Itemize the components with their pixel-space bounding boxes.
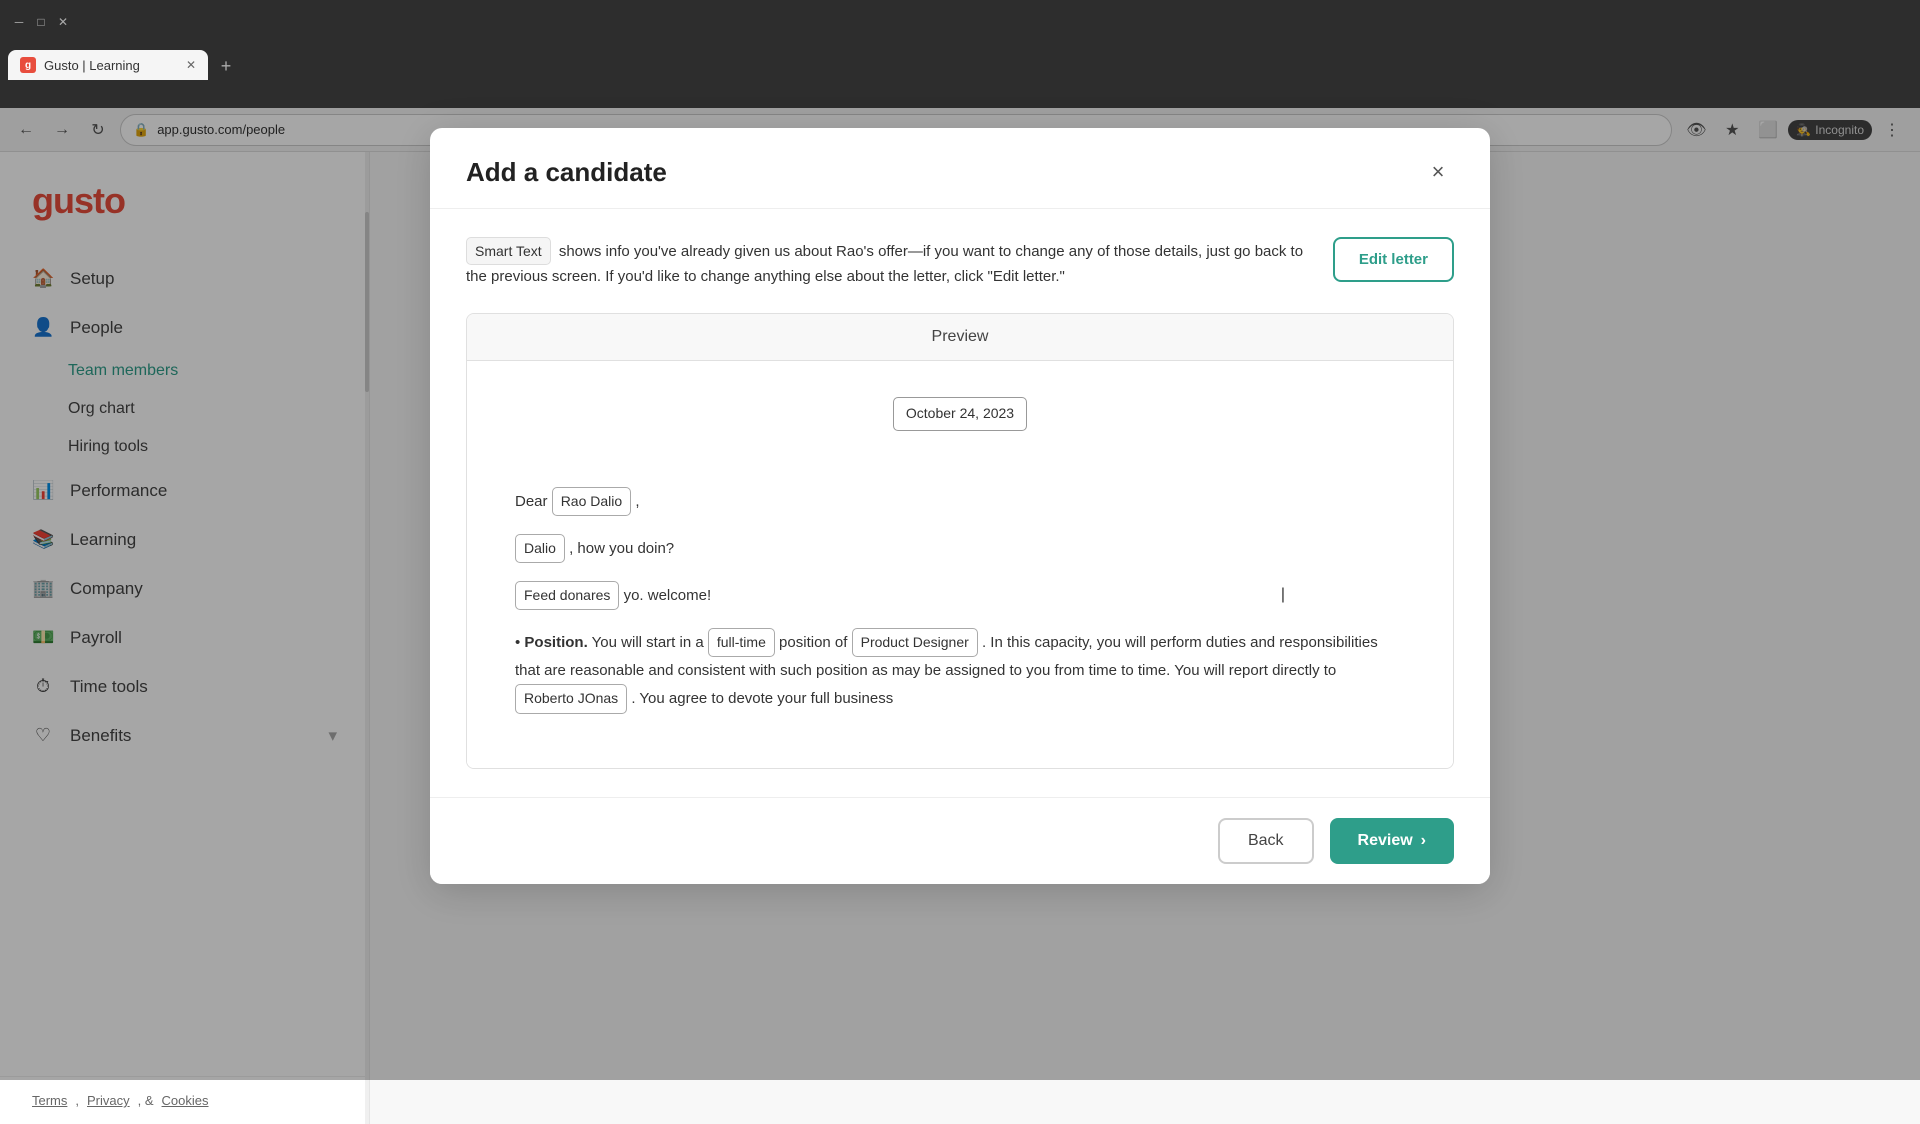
smart-text-tag: Smart Text: [466, 237, 551, 265]
browser-chrome: ─ □ ✕ g Gusto | Learning ✕ +: [0, 0, 1920, 108]
tab-title: Gusto | Learning: [44, 58, 140, 73]
position-text1-value: You will start in a: [592, 634, 704, 651]
modal-title: Add a candidate: [466, 157, 667, 188]
modal-footer: Back Review ›: [430, 797, 1490, 884]
maximize-button[interactable]: □: [34, 15, 48, 29]
preview-container: Preview October 24, 2023 Dear Rao Dalio …: [466, 313, 1454, 768]
modal-header: Add a candidate ×: [430, 128, 1490, 209]
name-line: Dalio , how you doin?: [515, 534, 1405, 563]
close-window-button[interactable]: ✕: [56, 15, 70, 29]
dear-line: Dear Rao Dalio ,: [515, 487, 1405, 516]
cookies-link[interactable]: Cookies: [162, 1093, 209, 1108]
info-text: Smart Text shows info you've already giv…: [466, 237, 1313, 289]
info-description: shows info you've already given us about…: [466, 243, 1303, 285]
feed-line-rest: yo. welcome!: [624, 587, 712, 604]
tab-close-button[interactable]: ✕: [186, 58, 196, 72]
terms-link[interactable]: Terms: [32, 1093, 67, 1108]
position-text2: position of: [779, 634, 847, 651]
preview-body: October 24, 2023 Dear Rao Dalio , Dalio …: [467, 361, 1453, 767]
edit-letter-button[interactable]: Edit letter: [1333, 237, 1454, 282]
bullet: •: [515, 634, 524, 651]
feed-line: Feed donares yo. welcome! |: [515, 581, 1405, 610]
name-tag: Dalio: [515, 534, 565, 563]
add-candidate-modal: Add a candidate × Smart Text shows info …: [430, 128, 1490, 884]
modal-close-button[interactable]: ×: [1422, 156, 1454, 188]
review-label: Review: [1358, 832, 1413, 850]
product-designer-tag: Product Designer: [852, 628, 978, 657]
privacy-link[interactable]: Privacy: [87, 1093, 130, 1108]
recipient-tag: Rao Dalio: [552, 487, 631, 516]
tab-bar: g Gusto | Learning ✕ +: [0, 44, 1920, 80]
roberto-tag: Roberto JOnas: [515, 684, 627, 713]
tab-favicon: g: [20, 57, 36, 73]
browser-tab-active[interactable]: g Gusto | Learning ✕: [8, 50, 208, 80]
smart-text-info: Smart Text shows info you've already giv…: [466, 237, 1454, 289]
back-button[interactable]: Back: [1218, 818, 1314, 864]
titlebar: ─ □ ✕: [0, 0, 1920, 44]
modal-body: Smart Text shows info you've already giv…: [430, 209, 1490, 797]
comma: ,: [635, 493, 639, 510]
window-controls: ─ □ ✕: [12, 15, 70, 29]
name-line-rest: , how you doin?: [569, 540, 674, 557]
feed-tag: Feed donares: [515, 581, 619, 610]
review-button[interactable]: Review ›: [1330, 818, 1454, 864]
date-tag: October 24, 2023: [893, 397, 1027, 430]
full-time-tag: full-time: [708, 628, 775, 657]
minimize-button[interactable]: ─: [12, 15, 26, 29]
position-line: • Position. You will start in a full-tim…: [515, 628, 1405, 713]
dear-label: Dear: [515, 493, 548, 510]
position-label: Position.: [524, 634, 587, 651]
sidebar-footer: Terms, Privacy, & Cookies: [0, 1076, 369, 1124]
preview-header: Preview: [467, 314, 1453, 361]
new-tab-button[interactable]: +: [212, 52, 240, 80]
arrow-right-icon: ›: [1421, 832, 1426, 850]
position-text4: . You agree to devote your full business: [631, 690, 893, 707]
modal-overlay: Add a candidate × Smart Text shows info …: [0, 108, 1920, 1080]
